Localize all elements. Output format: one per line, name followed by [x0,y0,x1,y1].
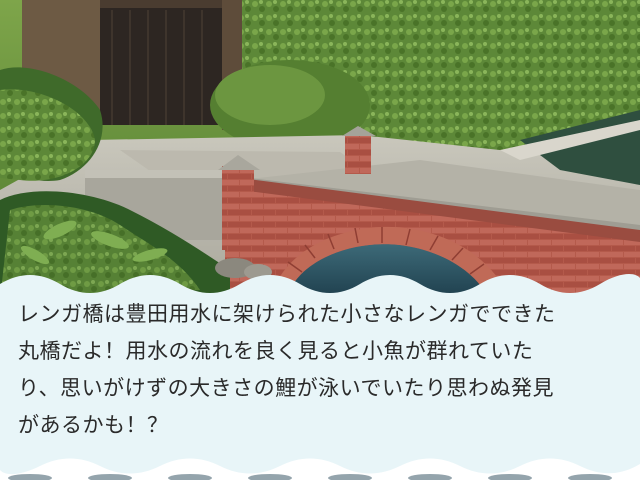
caption-line-4: があるかも！？ [18,413,169,437]
caption-line-3: り、思いがけずの大きさの鯉が泳いでいたり思わぬ発見 [18,376,555,400]
caption-text: レンガ橋は豊田用水に架けられた小さなレンガでできた 丸橋だよ！用水の流れを良く見… [18,296,628,444]
scene: レンガ橋は豊田用水に架けられた小さなレンガでできた 丸橋だよ！用水の流れを良く見… [0,0,640,480]
caption-line-1: レンガ橋は豊田用水に架けられた小さなレンガでできた [18,302,556,326]
caption-line-2: 丸橋だよ！用水の流れを良く見ると小魚が群れていた [18,339,534,363]
